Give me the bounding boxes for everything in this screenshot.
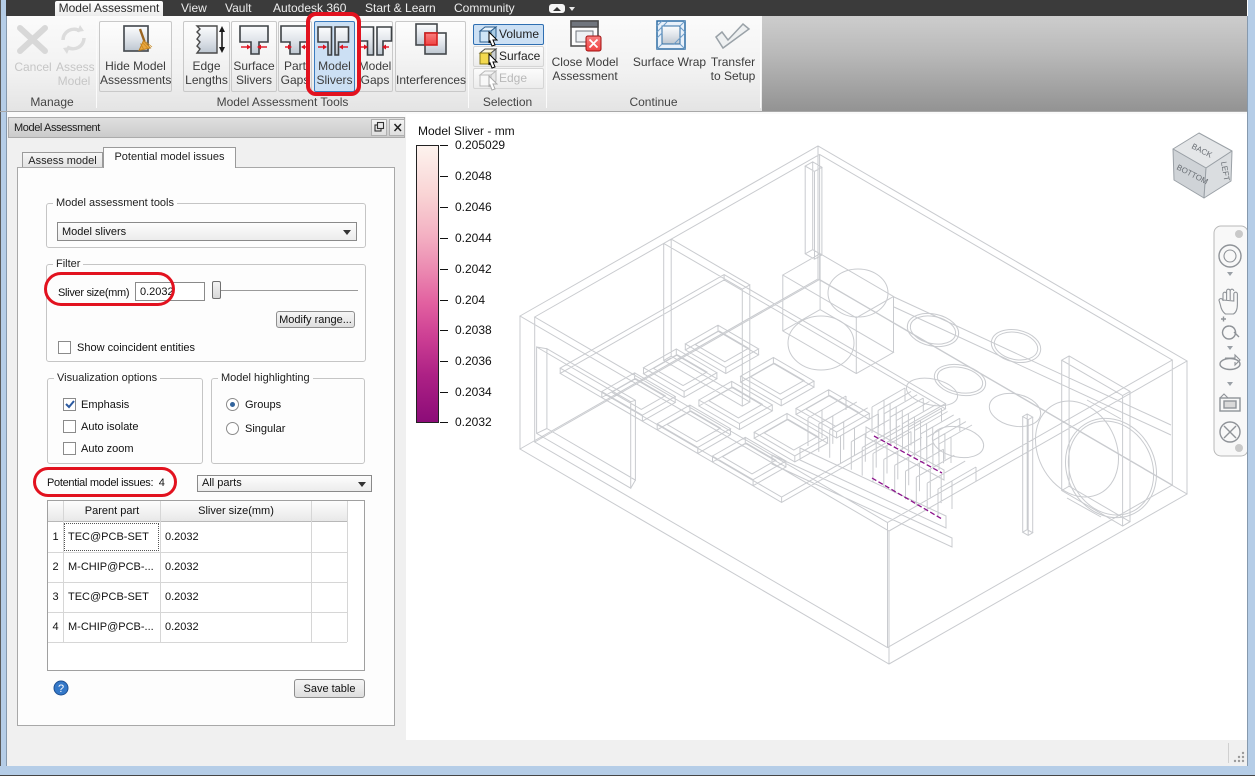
- svg-text:?: ?: [58, 683, 64, 695]
